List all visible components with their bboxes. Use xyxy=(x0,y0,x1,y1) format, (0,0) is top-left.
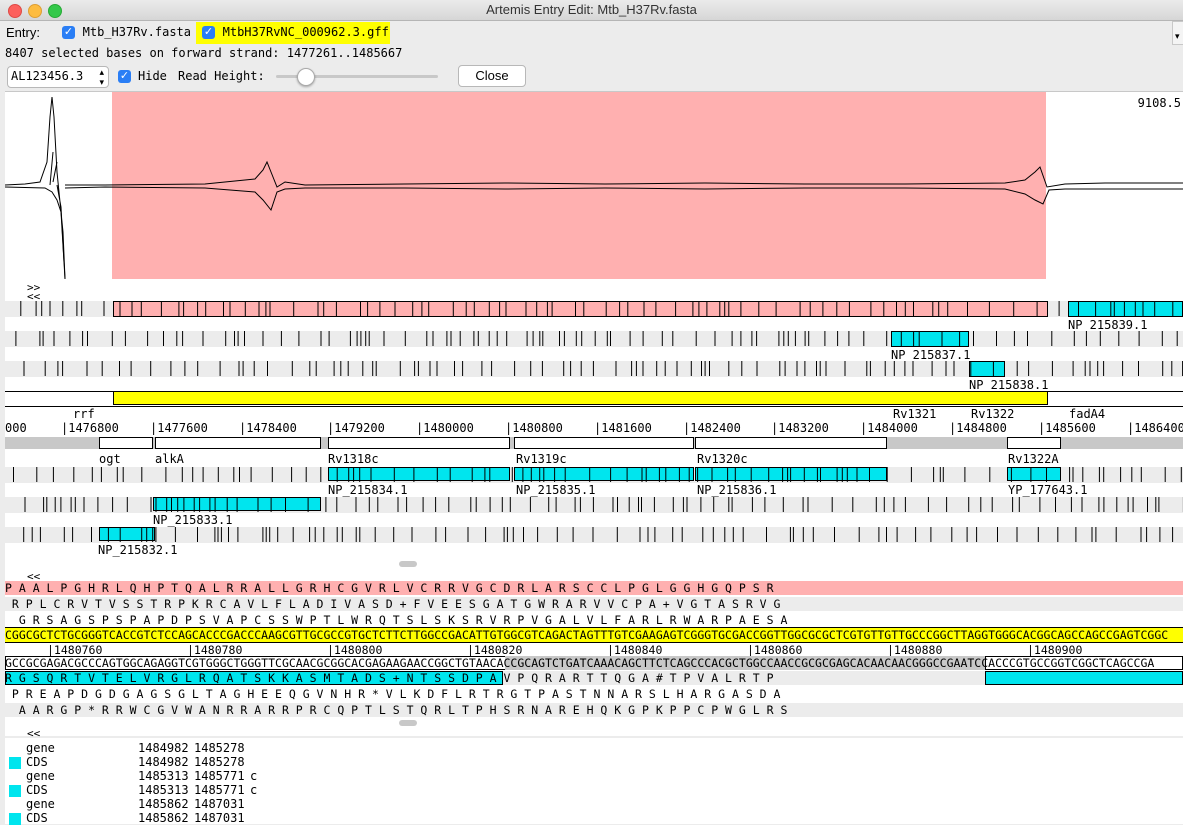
forward-dna-row: CGGCGCTCTGCGGGTCACCGTCTCCAGCACCCGACCCAAG… xyxy=(5,627,1183,643)
sequence-position-label: |1480900 xyxy=(1027,643,1083,657)
overview-panel: >> << NP_215839.1 NP_215837.1 NP_215838.… xyxy=(5,279,1183,570)
feature-key: CDS xyxy=(26,783,48,797)
slider-knob[interactable] xyxy=(297,68,316,86)
reverse-dna-text: GCCGCGAGACGCCCAGTGGCAGAGGTCGTGGGCTGGGTTC… xyxy=(5,656,1155,670)
feature-key: CDS xyxy=(26,811,48,825)
entry-name: Mtb_H37Rv.fasta xyxy=(82,25,191,39)
feature-start: 1484982 xyxy=(138,755,189,769)
frame-4-text: R G S Q R T V T E L V R G L R Q A T S K … xyxy=(5,671,774,685)
selection-status: 8407 selected bases on forward strand: 1… xyxy=(5,46,403,60)
sequence-select-value: AL123456.3 xyxy=(11,69,84,83)
entry-bar: Entry: ✓ Mtb_H37Rv.fasta ✓ MtbH37RvNC_00… xyxy=(0,21,1183,45)
sequence-position-label: |1480860 xyxy=(747,643,803,657)
feature-list-row[interactable]: gene 1484982 1485278 xyxy=(5,741,1183,755)
translation-frame-1: P A A L P G H R L Q H P T Q A L R R A L … xyxy=(5,581,1183,595)
feature-end: 1485771 xyxy=(194,783,245,797)
read-height-label: Read Height: xyxy=(178,69,265,83)
feature-strand: c xyxy=(250,769,258,783)
translation-frame-2: R P L C R V T V S S T R P K R C A V L F … xyxy=(5,597,1183,611)
hide-checkbox[interactable]: ✓ xyxy=(118,70,131,83)
sequence-position-label: |1480820 xyxy=(467,643,523,657)
checkbox-checked-icon[interactable]: ✓ xyxy=(62,26,75,40)
graph-panel: 9108.5 xyxy=(5,91,1183,279)
sequence-position-label: |1480800 xyxy=(327,643,383,657)
checkbox-checked-icon[interactable]: ✓ xyxy=(202,26,215,40)
graph-plot xyxy=(5,96,1183,279)
feature-list-row[interactable]: CDS 1485313 1485771 c xyxy=(5,783,1183,797)
feature-key: gene xyxy=(26,741,55,755)
feature-end: 1487031 xyxy=(194,811,245,825)
overview-resize-handle[interactable] xyxy=(399,561,417,567)
sequence-position-label: |1480840 xyxy=(607,643,663,657)
close-button[interactable]: Close xyxy=(458,65,526,87)
feature-strand: c xyxy=(250,783,258,797)
translation-frame-4: R G S Q R T V T E L V R G L R Q A T S K … xyxy=(5,671,1183,685)
graph-traces xyxy=(5,96,1183,279)
feature-color-swatch xyxy=(9,785,21,797)
feature-list: gene 1484982 1485278 CDS 1484982 1485278 gene 1… xyxy=(5,738,1183,825)
reverse-dna-row: GCCGCGAGACGCCCAGTGGCAGAGGTCGTGGGCTGGGTTC… xyxy=(5,656,1183,670)
feature-start: 1485313 xyxy=(138,769,189,783)
window-title: Artemis Entry Edit: Mtb_H37Rv.fasta xyxy=(486,2,697,17)
feature-key: CDS xyxy=(26,755,48,769)
feature-color-swatch xyxy=(9,813,21,825)
feature-key: gene xyxy=(26,769,55,783)
translation-frame-6: A A R G P * R R W C G V W A N R R A R R … xyxy=(5,703,1183,717)
hide-label: Hide xyxy=(138,69,167,83)
sequence-resize-handle[interactable] xyxy=(399,720,417,726)
feature-start: 1485862 xyxy=(138,811,189,825)
feature-end: 1485771 xyxy=(194,769,245,783)
translation-frame-3: G R S A G S P S P A P D P S V A P C S S … xyxy=(5,613,788,627)
feature-list-row[interactable]: CDS 1485862 1487031 xyxy=(5,811,1183,825)
sequence-position-label: |1480760 xyxy=(47,643,103,657)
feature-end: 1485278 xyxy=(194,755,245,769)
sequence-position-label: |1480880 xyxy=(887,643,943,657)
entry-toggle-fasta[interactable]: ✓ Mtb_H37Rv.fasta xyxy=(62,24,191,42)
chevron-down-icon: ▾ xyxy=(1175,31,1180,41)
sequence-panel: << P A A L P G H R L Q H P T Q A L R R A… xyxy=(5,570,1183,740)
sequence-select[interactable]: AL123456.3 ▴ ▾ xyxy=(7,66,109,88)
feature-start: 1484982 xyxy=(138,741,189,755)
cds-highlight xyxy=(985,671,1183,685)
translation-frame-5: P R E A P D G D G A G S G L T A G H E E … xyxy=(5,687,781,701)
updown-arrow-icon: ▴ ▾ xyxy=(99,67,104,87)
read-toolbar: AL123456.3 ▴ ▾ ✓ Hide Read Height: Close xyxy=(0,62,1183,90)
feature-start: 1485862 xyxy=(138,797,189,811)
title-bar: Artemis Entry Edit: Mtb_H37Rv.fasta xyxy=(0,0,1183,21)
read-height-slider[interactable] xyxy=(276,68,438,86)
feature-start: 1485313 xyxy=(138,783,189,797)
stop-codon-marks xyxy=(13,301,1183,542)
feature-end: 1487031 xyxy=(194,797,245,811)
entry-toggle-gff[interactable]: ✓ MtbH37RvNC_000962.3.gff xyxy=(196,22,390,44)
entry-menu-button[interactable]: ▾ xyxy=(1172,21,1183,45)
feature-list-row[interactable]: gene 1485862 1487031 xyxy=(5,797,1183,811)
feature-list-row[interactable]: CDS 1484982 1485278 xyxy=(5,755,1183,769)
entry-name: MtbH37RvNC_000962.3.gff xyxy=(222,25,389,39)
sequence-position-label: |1480780 xyxy=(187,643,243,657)
feature-color-swatch xyxy=(9,757,21,769)
sequence-ruler: |1480760 |1480780 |1480800 |1480820 |1480840… xyxy=(5,642,1183,657)
entry-label: Entry: xyxy=(6,25,40,40)
feature-key: gene xyxy=(26,797,55,811)
feature-list-row[interactable]: gene 1485313 1485771 c xyxy=(5,769,1183,783)
feature-end: 1485278 xyxy=(194,741,245,755)
